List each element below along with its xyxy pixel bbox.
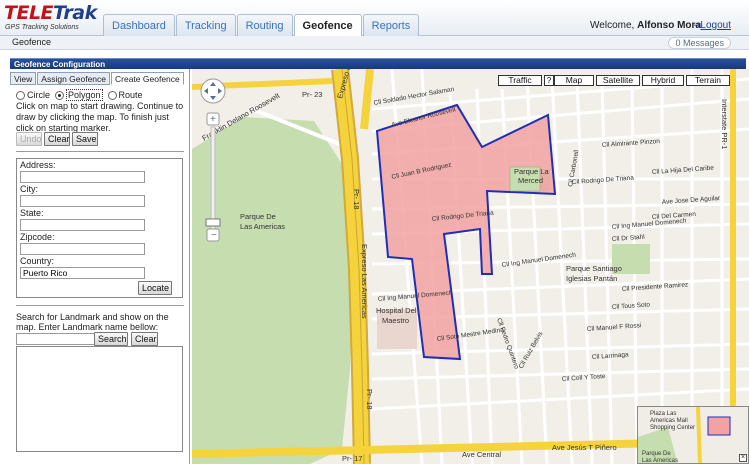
landmark-clear-button[interactable]: Clear (131, 332, 158, 346)
landmark-results-list[interactable] (16, 346, 183, 452)
polygon-radio[interactable] (55, 90, 65, 100)
address-input[interactable] (20, 171, 145, 183)
welcome-text: Welcome, Alfonso Mora (590, 20, 701, 31)
label-pr23: Pr- 23 (302, 90, 322, 99)
logo-text-part2: Trak (53, 2, 97, 24)
address-label: Address: (20, 160, 56, 170)
tab-tracking[interactable]: Tracking (175, 14, 236, 36)
city-label: City: (20, 184, 38, 194)
subtab-view[interactable]: View (10, 72, 37, 85)
map-graphics[interactable]: Parque De Las Americas Pr- 23 Pr- 18 Pr-… (192, 69, 749, 464)
address-search-box: Address: City: State: Zipcode: Country: … (16, 158, 183, 298)
city-input[interactable] (20, 195, 145, 207)
label-hospital-1: Hospital Del (376, 306, 417, 315)
label-merced-1: Parque La (514, 167, 549, 176)
overview-label-plaza-5: Las Americas (642, 458, 678, 464)
shape-option-circle[interactable]: Circle (16, 90, 50, 100)
welcome-prefix: Welcome, (590, 20, 635, 31)
route-radio[interactable] (107, 90, 117, 100)
map-type-terrain[interactable]: Terrain (686, 75, 730, 86)
subtab-assign-geofence[interactable]: Assign Geofence (37, 72, 111, 85)
subbar: Geofence 0 Messages (0, 36, 749, 50)
overview-map[interactable]: Plaza Las Americas Mall Shopping Center … (637, 406, 749, 464)
label-expreso: Expreso Las Americas (360, 244, 369, 319)
label-pr18b: Pr- 18 (365, 389, 374, 409)
label-ave-jesus: Ave Jesús T Piñero (552, 443, 617, 452)
user-name: Alfonso Mora (637, 20, 701, 31)
landmark-search-input[interactable] (16, 333, 100, 345)
label-santiago-1: Parque Santiago (566, 264, 622, 273)
zoom-out-icon: − (211, 230, 217, 241)
landmark-instructions: Search for Landmark and show on the map.… (16, 312, 169, 332)
map-canvas[interactable]: Parque De Las Americas Pr- 23 Pr- 18 Pr-… (192, 69, 749, 464)
hospital-block (377, 309, 417, 349)
label-pr18a: Pr- 18 (352, 189, 361, 209)
shape-selector: Circle Polygon Route (16, 89, 148, 101)
state-input[interactable] (20, 219, 145, 231)
country-input[interactable] (20, 267, 145, 279)
locate-button[interactable]: Locate (138, 281, 172, 295)
overview-graphics[interactable]: Plaza Las Americas Mall Shopping Center … (638, 407, 749, 464)
logo-text-part1: TELE (4, 2, 54, 24)
divider (16, 151, 184, 152)
shape-option-route[interactable]: Route (107, 90, 143, 100)
zipcode-label: Zipcode: (20, 232, 55, 242)
geofence-config-title: Geofence Configuration (10, 58, 746, 69)
main-nav-tabs: Dashboard Tracking Routing Geofence Repo… (103, 14, 420, 37)
clear-drawing-button[interactable]: Clear (44, 132, 70, 146)
shape-option-polygon[interactable]: Polygon (55, 89, 103, 101)
overview-label-plaza-2: Americas Mall (650, 418, 688, 424)
breadcrumb: Geofence (12, 37, 52, 47)
label-santiago-2: Iglesias Pantán (566, 274, 617, 283)
traffic-button[interactable]: Traffic (498, 75, 542, 86)
park-area (192, 117, 352, 464)
app-window: TELETrak GPS Tracking Solutions Dashboar… (0, 0, 749, 464)
label-park-2: Las Americas (240, 222, 285, 231)
zoom-in-icon: + (210, 114, 216, 125)
divider-2 (16, 305, 184, 306)
label-hospital-2: Maestro (382, 316, 409, 325)
traffic-help-button[interactable]: ? (544, 75, 554, 86)
pan-control[interactable] (200, 78, 226, 104)
zoom-thumb (205, 218, 221, 227)
messages-badge[interactable]: 0 Messages (668, 37, 731, 49)
geofence-subtabs: View Assign Geofence Create Geofence (10, 72, 185, 85)
state-label: State: (20, 208, 44, 218)
landmark-search-button[interactable]: Search (94, 332, 128, 346)
tab-reports[interactable]: Reports (362, 14, 420, 36)
label-ave-central: Ave Central (462, 450, 501, 459)
overview-label-plaza-1: Plaza Las (650, 411, 676, 417)
map-type-hybrid[interactable]: Hybrid (642, 75, 684, 86)
logout-link[interactable]: Logout (700, 20, 731, 31)
overview-label-plaza-3: Shopping Center (650, 425, 695, 431)
map-type-satellite[interactable]: Satellite (596, 75, 640, 86)
drawing-instructions: Click on map to start drawing. Continue … (16, 101, 184, 133)
circle-radio[interactable] (16, 90, 25, 100)
overview-close-icon[interactable]: × (739, 454, 747, 462)
label-pr17: Pr- 17 (342, 454, 362, 463)
label-park-1: Parque De (240, 212, 276, 221)
map-type-map[interactable]: Map (554, 75, 594, 86)
save-button[interactable]: Save (72, 132, 98, 146)
overview-label-plaza-4: Parque De (642, 451, 671, 457)
label-merced-2: Merced (518, 176, 543, 185)
geofence-left-panel: View Assign Geofence Create Geofence Cir… (10, 69, 190, 464)
label-interstate: Interstate PR-1 (720, 99, 729, 149)
logo-tagline: GPS Tracking Solutions (5, 24, 79, 31)
tab-dashboard[interactable]: Dashboard (103, 14, 175, 36)
country-label: Country: (20, 256, 55, 266)
undo-button[interactable]: Undo (16, 132, 42, 146)
subtab-create-geofence[interactable]: Create Geofence (111, 72, 184, 85)
zipcode-input[interactable] (20, 243, 145, 255)
tab-geofence[interactable]: Geofence (293, 14, 362, 37)
tab-routing[interactable]: Routing (236, 14, 293, 36)
header-bar: TELETrak GPS Tracking Solutions Dashboar… (0, 0, 749, 37)
teletrak-logo[interactable]: TELETrak GPS Tracking Solutions (4, 2, 100, 34)
